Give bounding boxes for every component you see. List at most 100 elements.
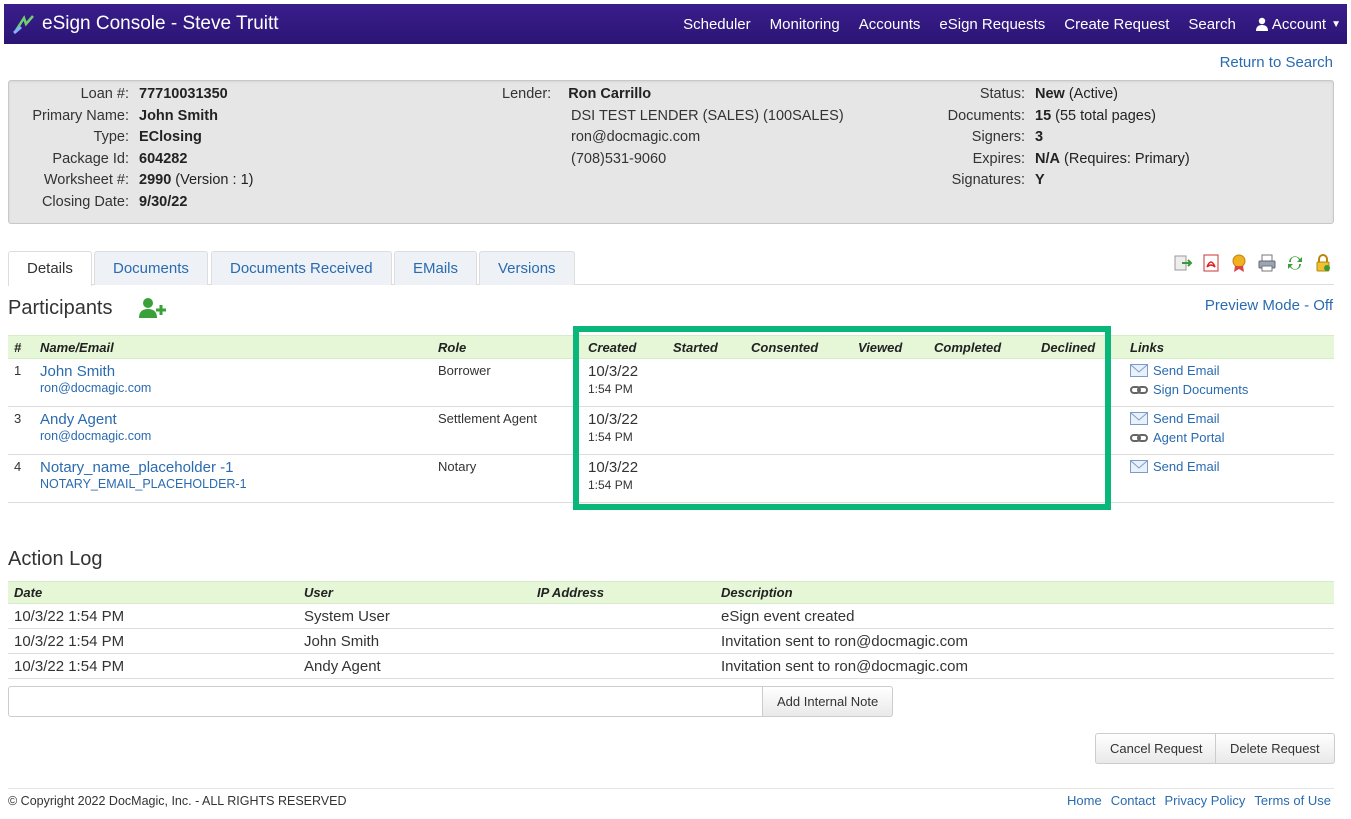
nav-esign-requests[interactable]: eSign Requests [939, 16, 1045, 33]
sign-documents-label: Sign Documents [1153, 382, 1249, 397]
action-log-heading: Action Log [8, 548, 103, 571]
add-participant-icon[interactable] [138, 297, 168, 319]
tab-documents[interactable]: Documents [94, 251, 208, 285]
nav-links: Scheduler Monitoring Accounts eSign Requ… [664, 16, 1347, 33]
col-number: # [8, 335, 34, 359]
send-email-label: Send Email [1153, 411, 1220, 426]
participant-name-link[interactable]: John Smith [40, 363, 426, 380]
nav-accounts[interactable]: Accounts [859, 16, 921, 33]
email-icon [1130, 460, 1148, 473]
col-role: Role [432, 335, 582, 359]
docmagic-logo-icon [13, 15, 34, 35]
top-navbar: eSign Console - Steve Truitt Scheduler M… [4, 4, 1347, 44]
tab-versions[interactable]: Versions [479, 251, 575, 285]
tab-emails[interactable]: EMails [394, 251, 478, 285]
nav-scheduler[interactable]: Scheduler [683, 16, 751, 33]
export-icon[interactable] [1173, 253, 1193, 273]
participant-name-link[interactable]: Andy Agent [40, 411, 426, 428]
add-internal-note-button[interactable]: Add Internal Note [762, 686, 894, 717]
nav-create-request[interactable]: Create Request [1064, 16, 1169, 33]
email-icon [1130, 412, 1148, 425]
send-email-link[interactable]: Send Email [1130, 459, 1328, 474]
return-to-search-link[interactable]: Return to Search [1220, 54, 1333, 71]
lock-icon[interactable] [1313, 253, 1333, 273]
copyright-text: © Copyright 2022 DocMagic, Inc. - ALL RI… [8, 794, 347, 808]
col-declined: Declined [1035, 335, 1124, 359]
participants-heading: Participants [8, 297, 113, 320]
document-toolbar [1165, 253, 1333, 273]
tab-documents-received[interactable]: Documents Received [211, 251, 392, 285]
tab-details[interactable]: Details [8, 251, 92, 286]
nav-account-dropdown[interactable]: Account ▼ [1255, 16, 1341, 33]
col-viewed: Viewed [852, 335, 928, 359]
col-created: Created [582, 335, 667, 359]
table-row: 10/3/22 1:54 PM System User eSign event … [8, 603, 1334, 629]
participant-name-link[interactable]: Notary_name_placeholder -1 [40, 459, 426, 476]
delete-request-button[interactable]: Delete Request [1215, 733, 1335, 764]
footer-contact-link[interactable]: Contact [1111, 793, 1156, 808]
send-email-label: Send Email [1153, 459, 1220, 474]
documents-label: Documents: [947, 107, 1025, 124]
participants-table: # Name/Email Role Created Started Consen… [8, 335, 1334, 503]
log-date: 10/3/22 1:54 PM [8, 603, 298, 629]
status-info-column: Status: New (Active) Documents: 15 (55 tot… [9, 84, 1190, 192]
expires-value: N/A [1035, 150, 1060, 167]
closing-date-value: 9/30/22 [139, 193, 188, 210]
log-user: John Smith [298, 628, 531, 654]
nav-search[interactable]: Search [1188, 16, 1236, 33]
chain-link-icon [1130, 433, 1148, 443]
participant-number: 3 [8, 406, 34, 455]
pdf-icon[interactable] [1201, 253, 1221, 273]
status-value: New [1035, 86, 1065, 102]
sign-documents-link[interactable]: Sign Documents [1130, 382, 1328, 397]
status-extra: (Active) [1064, 86, 1118, 102]
cancel-request-button[interactable]: Cancel Request [1095, 733, 1218, 764]
created-date: 10/3/22 [588, 459, 639, 476]
nav-account-label: Account [1271, 15, 1327, 33]
table-row: 4 Notary_name_placeholder -1 NOTARY_EMAIL… [8, 454, 1334, 503]
created-time: 1:54 PM [588, 382, 633, 396]
log-ip [531, 628, 715, 654]
created-time: 1:54 PM [588, 430, 633, 444]
status-label: Status: [979, 86, 1025, 102]
col-ip-address: IP Address [531, 581, 715, 604]
action-log-table: Date User IP Address Description 10/3/22… [8, 581, 1334, 679]
created-date: 10/3/22 [588, 363, 639, 380]
footer-privacy-link[interactable]: Privacy Policy [1165, 793, 1246, 808]
chain-link-icon [1130, 385, 1148, 395]
participant-role: Borrower [432, 358, 582, 407]
refresh-icon[interactable] [1285, 253, 1305, 273]
participant-email-link[interactable]: NOTARY_EMAIL_PLACEHOLDER-1 [40, 477, 426, 491]
nav-monitoring[interactable]: Monitoring [770, 16, 840, 33]
footer-divider [8, 788, 1334, 789]
log-user: System User [298, 603, 531, 629]
footer-terms-link[interactable]: Terms of Use [1254, 793, 1331, 808]
brand[interactable]: eSign Console - Steve Truitt [4, 13, 279, 35]
email-icon [1130, 364, 1148, 377]
certificate-icon[interactable] [1229, 253, 1249, 273]
expires-label: Expires: [972, 150, 1025, 167]
log-date: 10/3/22 1:54 PM [8, 653, 298, 679]
send-email-link[interactable]: Send Email [1130, 363, 1328, 378]
log-ip [531, 653, 715, 679]
agent-portal-label: Agent Portal [1153, 430, 1225, 445]
col-name-email: Name/Email [34, 335, 432, 359]
col-user: User [298, 581, 531, 604]
internal-note-input[interactable] [8, 686, 763, 717]
log-ip [531, 603, 715, 629]
documents-extra: (55 total pages) [1051, 107, 1156, 124]
footer-links: Home Contact Privacy Policy Terms of Use [1058, 793, 1331, 808]
print-icon[interactable] [1257, 253, 1277, 273]
agent-portal-link[interactable]: Agent Portal [1130, 430, 1328, 445]
send-email-link[interactable]: Send Email [1130, 411, 1328, 426]
expires-extra: (Requires: Primary) [1059, 150, 1190, 167]
participant-email-link[interactable]: ron@docmagic.com [40, 429, 426, 443]
col-completed: Completed [928, 335, 1035, 359]
preview-mode-toggle[interactable]: Preview Mode - Off [1205, 297, 1333, 314]
documents-value: 15 [1035, 107, 1052, 124]
footer-home-link[interactable]: Home [1067, 793, 1102, 808]
participant-email-link[interactable]: ron@docmagic.com [40, 381, 426, 395]
col-date: Date [8, 581, 298, 604]
col-links: Links [1124, 335, 1334, 359]
log-date: 10/3/22 1:54 PM [8, 628, 298, 654]
